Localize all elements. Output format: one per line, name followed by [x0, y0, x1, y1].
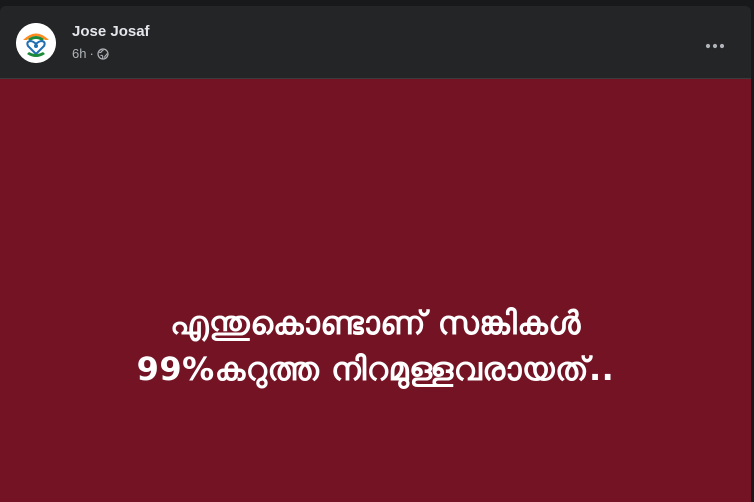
feed-background: Jose Josaf 6h · എന്തുകൊണ്ടാണ് സങ്കികൾ 99… [0, 0, 754, 502]
avatar-logo-icon [16, 23, 56, 63]
post-meta: 6h · [72, 46, 109, 62]
post-text-line-2: 99%കറുത്ത നിറമുള്ളവരായത്.. [136, 350, 615, 388]
post-image-text: എന്തുകൊണ്ടാണ് സങ്കികൾ 99%കറുത്ത നിറമുള്ള… [0, 300, 751, 392]
avatar[interactable] [16, 23, 56, 63]
globe-icon[interactable] [97, 48, 109, 60]
post-timestamp[interactable]: 6h [72, 46, 86, 62]
more-options-button[interactable] [697, 28, 733, 64]
author-name[interactable]: Jose Josaf [72, 23, 150, 41]
post-card: Jose Josaf 6h · എന്തുകൊണ്ടാണ് സങ്കികൾ 99… [0, 6, 751, 502]
more-options-icon [705, 43, 725, 49]
post-header: Jose Josaf 6h · [0, 6, 751, 77]
post-image[interactable]: എന്തുകൊണ്ടാണ് സങ്കികൾ 99%കറുത്ത നിറമുള്ള… [0, 78, 751, 502]
meta-separator: · [89, 46, 94, 61]
post-text-line-1: എന്തുകൊണ്ടാണ് സങ്കികൾ [170, 304, 581, 342]
